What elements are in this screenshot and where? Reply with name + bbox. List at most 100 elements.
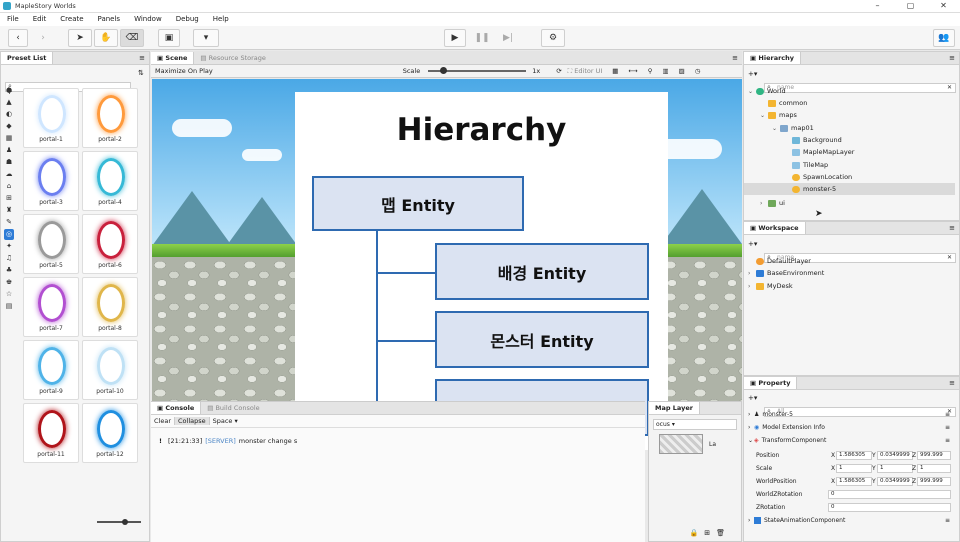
add-entity-button[interactable]: +▾: [748, 70, 757, 78]
row-menu-icon[interactable]: ≡: [945, 517, 950, 524]
menu-create[interactable]: Create: [53, 13, 90, 26]
tree-node-spawnlocation[interactable]: SpawnLocation: [784, 171, 852, 183]
row-menu-icon[interactable]: ≡: [945, 424, 950, 431]
preset-card[interactable]: portal-3: [23, 151, 79, 211]
forward-button[interactable]: ›: [33, 29, 53, 47]
category-icon-4[interactable]: ◆: [4, 121, 14, 132]
location-icon[interactable]: ⚲: [648, 67, 653, 75]
tree-node-maplemaplayer[interactable]: MapleMapLayer: [784, 146, 854, 158]
tab-preset-list[interactable]: Preset List: [1, 52, 54, 64]
tree-node-common[interactable]: common: [760, 97, 807, 109]
lock-icon[interactable]: 🔒: [690, 529, 699, 537]
add-workspace-button[interactable]: +▾: [748, 240, 757, 248]
tree-node-ui[interactable]: › ui: [760, 197, 785, 209]
zoom-slider-handle[interactable]: [122, 519, 128, 525]
entity-row[interactable]: › ♟ monster-5 ≡: [744, 408, 960, 420]
clear-button[interactable]: Clear: [151, 417, 174, 425]
category-icon-1[interactable]: ●: [4, 85, 14, 96]
tree-node-mydesk[interactable]: › MyDesk: [748, 280, 793, 292]
preset-card[interactable]: portal-8: [82, 277, 138, 337]
grid-icon-scene[interactable]: ▦: [612, 67, 618, 75]
preset-card[interactable]: portal-2: [82, 88, 138, 148]
refresh-icon[interactable]: ⟳: [556, 67, 561, 75]
category-icon-15[interactable]: ♫: [4, 253, 14, 264]
position-z-input[interactable]: 999.999: [917, 450, 951, 460]
hand-tool-button[interactable]: ✋: [94, 29, 118, 47]
sort-icon[interactable]: ⇅: [138, 69, 144, 77]
transform-component-row[interactable]: ⌄ ◈ TransformComponent ≡: [744, 434, 960, 446]
tab-workspace[interactable]: ▣ Workspace: [744, 222, 806, 234]
scale-slider-handle[interactable]: [440, 67, 448, 74]
tab-resource-storage[interactable]: ▤ Resource Storage: [194, 52, 272, 64]
preset-card[interactable]: portal-1: [23, 88, 79, 148]
tab-property[interactable]: ▣ Property: [744, 377, 798, 389]
preset-card[interactable]: portal-10: [82, 340, 138, 400]
category-icon-11[interactable]: ♜: [4, 205, 14, 216]
category-icon-6[interactable]: ♟: [4, 145, 14, 156]
platform-button[interactable]: ▾: [193, 29, 219, 47]
category-icon-14[interactable]: ✦: [4, 241, 14, 252]
menu-window[interactable]: Window: [127, 13, 169, 26]
model-extension-row[interactable]: › ◉ Model Extension Info ≡: [744, 421, 960, 433]
tab-console[interactable]: ▣ Console: [151, 402, 202, 414]
category-icon-2[interactable]: ▲: [4, 97, 14, 108]
hierarchy-search-input[interactable]: name✕: [764, 83, 956, 93]
timer-icon[interactable]: ◷: [695, 67, 701, 75]
row-menu-icon[interactable]: ≡: [945, 437, 950, 444]
category-icon-portal[interactable]: ◎: [4, 229, 14, 240]
tree-node-tilemap[interactable]: TileMap: [784, 159, 828, 171]
panel-menu-icon[interactable]: ≡: [139, 54, 145, 62]
delete-layer-icon[interactable]: 🗑: [716, 529, 725, 537]
world-position-y-input[interactable]: 0.0349999: [877, 476, 913, 486]
clear-search-icon[interactable]: ✕: [947, 84, 952, 92]
preset-card[interactable]: portal-6: [82, 214, 138, 274]
preset-card[interactable]: portal-7: [23, 277, 79, 337]
back-button[interactable]: ‹: [8, 29, 28, 47]
menu-help[interactable]: Help: [206, 13, 236, 26]
minimize-button[interactable]: –: [861, 0, 894, 12]
scene-menu-icon[interactable]: ≡: [732, 54, 738, 62]
preset-card[interactable]: portal-12: [82, 403, 138, 463]
community-button[interactable]: 👥: [933, 29, 955, 47]
position-y-input[interactable]: 0.0349999: [877, 450, 913, 460]
scale-z-input[interactable]: 1: [917, 463, 951, 473]
category-icon-9[interactable]: ⌂: [4, 181, 14, 192]
position-x-input[interactable]: 1.586305: [836, 450, 872, 460]
tab-map-layer[interactable]: Map Layer: [649, 402, 700, 414]
category-icon-16[interactable]: ♣: [4, 265, 14, 276]
play-button[interactable]: ▶: [444, 29, 466, 47]
tab-scene[interactable]: ▣ Scene: [151, 51, 195, 64]
preset-card[interactable]: portal-5: [23, 214, 79, 274]
clear-search-icon[interactable]: ✕: [947, 254, 952, 262]
scale-y-input[interactable]: 1: [877, 463, 913, 473]
focus-select[interactable]: ocus ▾: [653, 419, 737, 430]
menu-debug[interactable]: Debug: [169, 13, 206, 26]
preset-card[interactable]: portal-11: [23, 403, 79, 463]
property-menu-icon[interactable]: ≡: [949, 379, 955, 387]
tree-node-defaultplayer[interactable]: DefaultPlayer: [748, 255, 811, 267]
preset-card[interactable]: portal-4: [82, 151, 138, 211]
category-icon-10[interactable]: ⊞: [4, 193, 14, 204]
hierarchy-menu-icon[interactable]: ≡: [949, 54, 955, 62]
tree-node-maps[interactable]: ⌄ maps: [760, 109, 797, 121]
zoom-slider[interactable]: [97, 519, 141, 525]
category-icon-3[interactable]: ◐: [4, 109, 14, 120]
tab-build-console[interactable]: ▤ Build Console: [201, 402, 265, 414]
tab-hierarchy[interactable]: ▣ Hierarchy: [744, 52, 801, 64]
pause-button[interactable]: ❚❚: [471, 29, 493, 47]
tree-node-monster-5[interactable]: monster-5: [744, 183, 955, 195]
state-animation-row[interactable]: › StateAnimationComponent ≡: [744, 514, 960, 526]
category-icon-8[interactable]: ☁: [4, 169, 14, 180]
space-select[interactable]: Space ▾: [208, 417, 241, 425]
maximize-on-play-toggle[interactable]: Maximize On Play: [155, 67, 213, 75]
world-position-x-input[interactable]: 1.586305: [836, 476, 872, 486]
menu-edit[interactable]: Edit: [26, 13, 54, 26]
overlay-icon[interactable]: ▨: [679, 67, 685, 75]
close-button[interactable]: ✕: [927, 0, 960, 12]
category-icon-18[interactable]: ☆: [4, 289, 14, 300]
log-message[interactable]: monster change s: [239, 437, 297, 445]
scale-slider[interactable]: [428, 67, 527, 74]
menu-file[interactable]: File: [0, 13, 26, 26]
layers-icon[interactable]: ▥: [663, 67, 669, 75]
category-icon-5[interactable]: ▦: [4, 133, 14, 144]
